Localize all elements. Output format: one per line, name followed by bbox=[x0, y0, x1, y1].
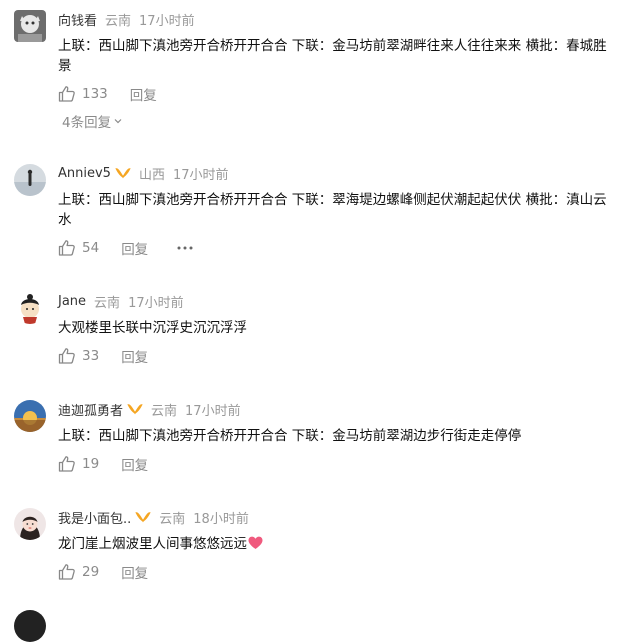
thumbs-up-icon bbox=[58, 564, 75, 580]
like-button[interactable]: 19 bbox=[58, 455, 99, 473]
reply-button[interactable]: 回复 bbox=[130, 84, 157, 104]
comment-actions: 19 回复 bbox=[58, 454, 148, 474]
username[interactable]: 向钱看 bbox=[58, 10, 97, 29]
thumbs-up-icon bbox=[58, 348, 75, 364]
avatar[interactable] bbox=[14, 610, 46, 642]
comment-actions: 33 回复 bbox=[58, 346, 148, 366]
reply-button[interactable]: 回复 bbox=[121, 238, 148, 258]
timestamp: 17小时前 bbox=[172, 167, 229, 183]
vip-badge-icon bbox=[115, 167, 131, 179]
like-button[interactable]: 54 bbox=[58, 239, 99, 257]
thumbs-up-icon bbox=[58, 240, 75, 256]
vip-badge-icon bbox=[127, 403, 143, 415]
comment-text: 龙门崖上烟波里人间事悠悠远远 bbox=[58, 536, 247, 552]
thumbs-up-icon bbox=[58, 86, 75, 102]
comment-actions: 29 回复 bbox=[58, 562, 148, 582]
comment-text: 上联：西山脚下滇池旁开合桥开开合合 下联：翠海堤边螺峰侧起伏潮起起伏伏 横批：滇… bbox=[58, 192, 607, 228]
like-count: 133 bbox=[82, 86, 108, 102]
comment-text: 上联：西山脚下滇池旁开合桥开开合合 下联：金马坊前翠湖边步行街走走停停 bbox=[58, 428, 522, 444]
avatar[interactable] bbox=[14, 292, 46, 324]
comment-actions: 54 回复 bbox=[58, 238, 194, 258]
avatar[interactable] bbox=[14, 400, 46, 432]
timestamp: 17小时前 bbox=[128, 295, 184, 311]
timestamp: 17小时前 bbox=[185, 403, 241, 419]
like-count: 19 bbox=[82, 456, 100, 472]
like-count: 33 bbox=[82, 348, 100, 364]
comment-header: 向钱看 云南 17小时前 bbox=[58, 10, 195, 29]
heart-icon bbox=[248, 536, 263, 556]
comment-header: Jane 云南 17小时前 bbox=[58, 292, 184, 311]
comment-header: Anniev5 山西 17小时前 bbox=[58, 164, 229, 183]
more-dots-icon bbox=[177, 246, 193, 250]
more-options-button[interactable] bbox=[176, 245, 194, 251]
reply-button[interactable]: 回复 bbox=[121, 454, 148, 474]
comment-header: 迪迦孤勇者 云南 17小时前 bbox=[58, 400, 241, 419]
username[interactable]: 迪迦孤勇者 bbox=[58, 400, 123, 419]
view-replies-label: 4条回复 bbox=[62, 115, 112, 131]
reply-button[interactable]: 回复 bbox=[121, 562, 148, 582]
timestamp: 18小时前 bbox=[193, 511, 249, 527]
location: 云南 bbox=[151, 403, 178, 419]
like-button[interactable]: 133 bbox=[58, 85, 108, 103]
username[interactable]: 我是小面包.. bbox=[58, 508, 131, 527]
avatar[interactable] bbox=[14, 10, 46, 42]
comment-actions: 133 回复 bbox=[58, 84, 157, 104]
like-count: 54 bbox=[82, 240, 100, 256]
avatar[interactable] bbox=[14, 164, 46, 196]
comment-text-row: 龙门崖上烟波里人间事悠悠远远 bbox=[58, 534, 618, 556]
avatar[interactable] bbox=[14, 508, 46, 540]
chevron-down-icon bbox=[114, 119, 122, 124]
vip-badge-icon bbox=[135, 511, 151, 523]
view-replies-button[interactable]: 4条回复 bbox=[62, 111, 123, 131]
timestamp: 17小时前 bbox=[139, 13, 195, 29]
comment-header: 我是小面包.. 云南 18小时前 bbox=[58, 508, 249, 527]
like-button[interactable]: 29 bbox=[58, 563, 99, 581]
location: 山西 bbox=[138, 167, 165, 183]
comment-text: 大观楼里长联中沉浮史沉沉浮浮 bbox=[58, 320, 247, 336]
thumbs-up-icon bbox=[58, 456, 75, 472]
username[interactable]: Jane bbox=[58, 294, 86, 309]
username[interactable]: Anniev5 bbox=[58, 166, 111, 181]
comment-text: 上联：西山脚下滇池旁开合桥开开合合 下联：金马坊前翠湖畔往来人往往来来 横批：春… bbox=[58, 38, 607, 74]
reply-button[interactable]: 回复 bbox=[121, 346, 148, 366]
location: 云南 bbox=[105, 13, 132, 29]
location: 云南 bbox=[159, 511, 186, 527]
location: 云南 bbox=[94, 295, 121, 311]
like-count: 29 bbox=[82, 564, 100, 580]
like-button[interactable]: 33 bbox=[58, 347, 99, 365]
